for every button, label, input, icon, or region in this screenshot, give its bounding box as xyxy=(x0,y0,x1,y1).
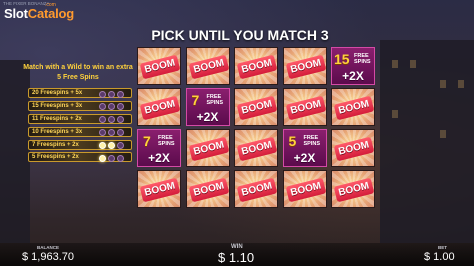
boom-tile[interactable]: BOOM xyxy=(185,170,230,208)
multiplier-label: +2X xyxy=(342,69,364,83)
boom-label: BOOM xyxy=(139,54,181,80)
boom-label: BOOM xyxy=(285,95,326,121)
progress-dot xyxy=(117,103,124,111)
ladder-row: 15 Freespins + 3x xyxy=(28,100,132,111)
multiplier-label: +2X xyxy=(148,151,170,165)
promo-text: Match with a Wild to win an extra 5 Free… xyxy=(23,64,133,81)
balance-label: BALANCE xyxy=(37,245,59,250)
boom-label: BOOM xyxy=(236,177,278,203)
boom-label: BOOM xyxy=(188,136,229,162)
ladder-row-label: 5 Freespins + 2x xyxy=(32,154,79,161)
win-value: $ 1.10 xyxy=(218,250,255,265)
progress-dot xyxy=(117,142,124,150)
boom-tile[interactable]: BOOM xyxy=(137,170,181,208)
building-window xyxy=(392,60,398,68)
free-spins-label: FREE SPINS xyxy=(206,94,224,106)
watermark-accent: Catalog xyxy=(27,6,75,21)
bet-label: BET xyxy=(438,245,447,250)
progress-dot xyxy=(108,103,115,111)
boom-tile[interactable]: BOOM xyxy=(331,88,375,126)
boom-tile[interactable]: BOOM xyxy=(331,129,375,167)
boom-label: BOOM xyxy=(139,95,181,121)
building-window xyxy=(410,60,416,68)
free-spins-label: FREE SPINS xyxy=(158,135,175,147)
boom-tile[interactable]: BOOM xyxy=(185,47,230,85)
progress-dot xyxy=(108,129,115,137)
boom-label: BOOM xyxy=(188,54,229,80)
progress-dot xyxy=(99,142,106,150)
boom-label: BOOM xyxy=(236,95,278,121)
free-spins-tile[interactable]: 7 FREE SPINS +2X xyxy=(137,129,181,167)
progress-dot xyxy=(99,129,106,137)
multiplier-label: +2X xyxy=(196,110,219,124)
watermark-logo: SlotCatalog xyxy=(4,6,74,21)
boom-label: BOOM xyxy=(236,136,278,162)
free-spins-tile[interactable]: 15 FREE SPINS +2X xyxy=(331,47,375,85)
progress-dot xyxy=(99,103,106,111)
multiplier-label: +2X xyxy=(293,151,316,165)
boom-label: BOOM xyxy=(333,95,375,121)
progress-dot xyxy=(108,116,115,124)
building-right xyxy=(380,40,474,243)
boom-tile[interactable]: BOOM xyxy=(137,47,181,85)
ladder-row-label: 20 Freespins + 5x xyxy=(32,90,83,96)
progress-dot xyxy=(99,90,106,98)
boom-label: BOOM xyxy=(236,54,278,80)
ladder-row-label: 15 Freespins + 3x xyxy=(32,102,83,109)
boom-tile[interactable]: BOOM xyxy=(331,170,375,208)
free-spins-tile[interactable]: 7 FREE SPINS +2X xyxy=(185,88,230,126)
boom-tile[interactable]: BOOM xyxy=(234,47,278,85)
watermark-main: Slot xyxy=(4,6,28,21)
boom-label: BOOM xyxy=(188,177,229,203)
boom-tile[interactable]: BOOM xyxy=(282,47,327,85)
prize-ladder: 20 Freespins + 5x 15 Freespins + 3x 11 Fre… xyxy=(28,88,132,165)
ladder-row-label: 11 Freespins + 2x xyxy=(32,115,82,122)
progress-dot xyxy=(99,116,106,124)
ladder-row: 10 Freespins + 3x xyxy=(28,126,132,137)
boom-label: BOOM xyxy=(333,177,375,203)
boom-tile[interactable]: BOOM xyxy=(234,88,278,126)
free-spins-number: 7 xyxy=(191,92,200,108)
building-window xyxy=(440,130,446,138)
boom-tile[interactable]: BOOM xyxy=(137,88,181,126)
free-spins-label: FREE SPINS xyxy=(303,135,321,147)
progress-dot xyxy=(117,116,124,124)
ladder-row: 5 Freespins + 2x xyxy=(28,152,132,163)
progress-dot xyxy=(108,154,115,162)
ladder-row-label: 10 Freespins + 3x xyxy=(32,128,83,135)
page-title: PICK UNTIL YOU MATCH 3 xyxy=(151,27,329,43)
free-spins-number: 15 xyxy=(334,51,350,67)
building-window xyxy=(458,80,464,88)
building-window xyxy=(392,110,398,118)
progress-dot xyxy=(99,154,106,162)
watermark-tld: .com xyxy=(45,2,56,8)
ladder-row: 11 Freespins + 2x xyxy=(28,113,132,124)
ladder-row: 20 Freespins + 5x xyxy=(28,88,132,98)
boom-tile[interactable]: BOOM xyxy=(234,129,278,167)
free-spins-tile[interactable]: 5 FREE SPINS +2X xyxy=(282,129,327,167)
ladder-row-label: 7 Freespins + 2x xyxy=(32,141,79,148)
ladder-row: 7 Freespins + 2x xyxy=(28,139,132,150)
bet-value: $ 1.00 xyxy=(424,251,455,263)
balance-value: $ 1,963.70 xyxy=(22,251,74,263)
boom-label: BOOM xyxy=(285,177,326,203)
building-window xyxy=(440,80,446,88)
boom-tile[interactable]: BOOM xyxy=(234,170,278,208)
progress-dot xyxy=(117,154,124,162)
progress-dot xyxy=(108,90,115,98)
boom-label: BOOM xyxy=(285,54,326,80)
building-left xyxy=(0,60,30,243)
boom-tile[interactable]: BOOM xyxy=(282,170,327,208)
free-spins-label: FREE SPINS xyxy=(354,53,371,65)
boom-tile[interactable]: BOOM xyxy=(185,129,230,167)
free-spins-number: 7 xyxy=(143,133,151,149)
free-spins-number: 5 xyxy=(288,133,297,149)
boom-label: BOOM xyxy=(333,136,375,162)
progress-dot xyxy=(117,90,124,98)
progress-dot xyxy=(117,129,124,137)
boom-label: BOOM xyxy=(139,177,181,203)
progress-dot xyxy=(108,142,115,150)
boom-tile[interactable]: BOOM xyxy=(282,88,327,126)
